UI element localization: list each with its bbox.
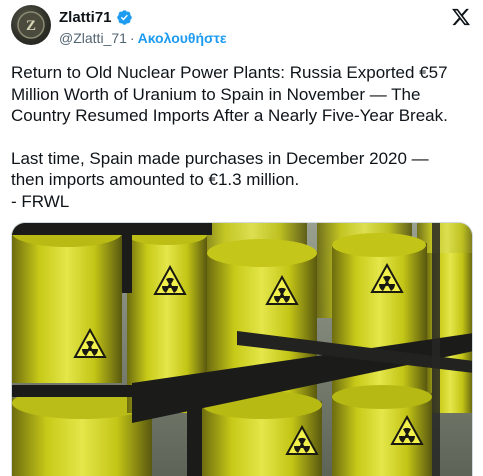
verified-badge-icon — [116, 9, 133, 26]
tweet-card: Z Zlatti71 @Zlatti_71 · Ακολουθήστε Retu… — [0, 0, 483, 476]
tweet-media-image[interactable] — [11, 222, 473, 476]
handle-separator: · — [129, 30, 135, 46]
x-logo-icon[interactable] — [451, 7, 471, 27]
avatar[interactable]: Z — [11, 5, 51, 45]
avatar-monogram: Z — [26, 18, 36, 34]
tweet-paragraph-1: Return to Old Nuclear Power Plants: Russ… — [11, 63, 448, 125]
tweet-paragraph-2: Last time, Spain made purchases in Decem… — [11, 148, 429, 211]
author-display-name[interactable]: Zlatti71 — [59, 9, 112, 26]
tweet-text: Return to Old Nuclear Power Plants: Russ… — [11, 62, 476, 212]
follow-button[interactable]: Ακολουθήστε — [138, 30, 227, 46]
author-handle[interactable]: @Zlatti_71 — [59, 30, 127, 46]
barrels-photo — [12, 223, 472, 476]
